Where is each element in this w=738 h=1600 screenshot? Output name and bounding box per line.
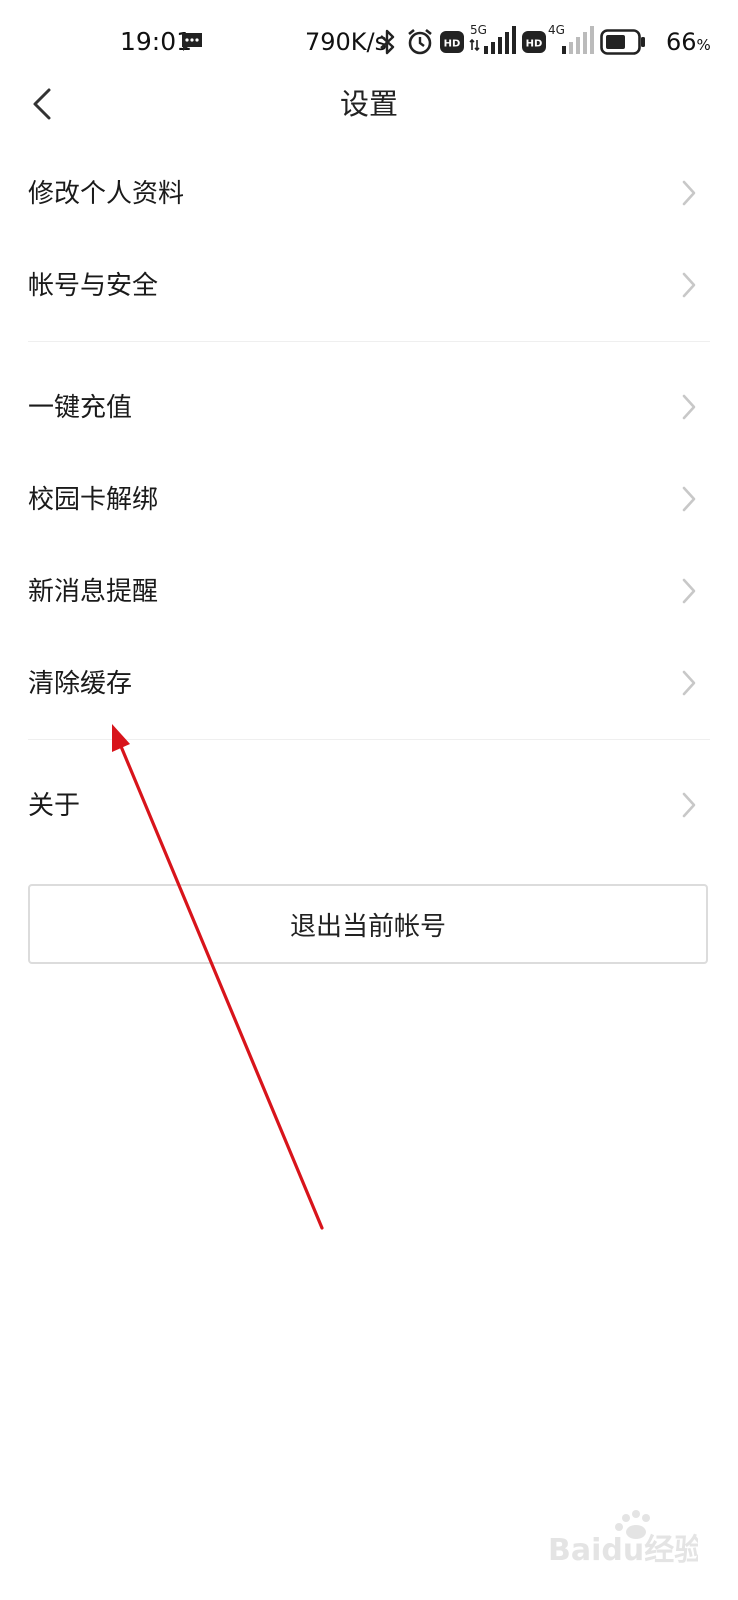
svg-text:4G: 4G	[548, 23, 565, 37]
battery-percent: 66%	[666, 28, 711, 56]
menu-item-label: 帐号与安全	[28, 271, 159, 301]
chevron-right-icon	[682, 486, 696, 512]
message-icon	[182, 33, 202, 51]
hd-icon: HD	[440, 31, 464, 53]
menu-item-account-security[interactable]: 帐号与安全	[0, 240, 738, 332]
menu-item-about[interactable]: 关于	[0, 760, 738, 852]
menu-item-label: 修改个人资料	[28, 179, 185, 209]
chevron-right-icon	[682, 578, 696, 604]
menu-item-new-message-alert[interactable]: 新消息提醒	[0, 546, 738, 638]
menu-item-label: 校园卡解绑	[28, 485, 159, 515]
divider	[28, 341, 710, 342]
signal-4g-icon: 4G	[548, 23, 594, 54]
bluetooth-icon	[380, 29, 395, 55]
battery-icon	[600, 29, 645, 55]
chevron-right-icon	[682, 394, 696, 420]
svg-text:HD: HD	[444, 39, 461, 50]
hd-icon: HD	[522, 31, 546, 53]
page-title: 设置	[339, 87, 398, 121]
settings-screen: 19:01 790K/s HD 5G HD 4G 66% 设置 修改个人资料 帐…	[0, 0, 738, 1600]
menu-item-edit-profile[interactable]: 修改个人资料	[0, 148, 738, 240]
menu-item-unbind-campus-card[interactable]: 校园卡解绑	[0, 454, 738, 546]
chevron-right-icon	[682, 180, 696, 206]
svg-text:Baidu经验: Baidu经验	[548, 1533, 698, 1568]
logout-button[interactable]: 退出当前帐号	[28, 884, 708, 964]
menu-item-one-click-recharge[interactable]: 一键充值	[0, 362, 738, 454]
network-speed: 790K/s	[305, 28, 388, 56]
svg-text:HD: HD	[526, 39, 543, 50]
chevron-right-icon	[682, 792, 696, 818]
header: 设置	[0, 70, 738, 138]
menu-item-label: 新消息提醒	[28, 577, 159, 607]
menu-item-clear-cache[interactable]: 清除缓存	[0, 638, 738, 730]
menu-item-label: 关于	[28, 791, 81, 821]
divider	[28, 739, 710, 740]
alarm-icon	[408, 28, 432, 55]
svg-text:5G: 5G	[470, 23, 487, 37]
menu-item-label: 清除缓存	[28, 669, 133, 699]
baidu-watermark-icon: Baidu经验	[548, 1510, 698, 1568]
chevron-right-icon	[682, 670, 696, 696]
chevron-right-icon	[682, 272, 696, 298]
signal-5g-icon: 5G	[469, 23, 516, 54]
menu-item-label: 一键充值	[28, 393, 133, 423]
